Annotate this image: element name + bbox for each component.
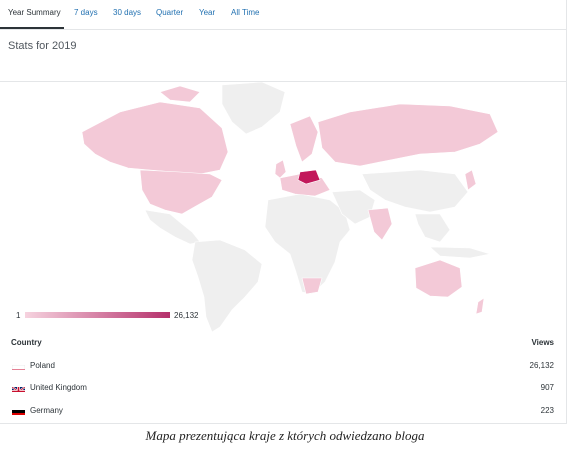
poland-flag-icon bbox=[12, 361, 25, 370]
country-name: United Kingdom bbox=[30, 383, 87, 392]
country-views: 907 bbox=[540, 383, 554, 392]
map-indonesia bbox=[429, 246, 491, 259]
map-greenland bbox=[221, 82, 286, 135]
map-se-asia bbox=[414, 213, 451, 243]
legend-max-value: 26,132 bbox=[174, 311, 199, 320]
map-arctic-islands bbox=[159, 85, 201, 103]
stats-title: Stats for 2019 bbox=[8, 40, 77, 52]
map-central-asia bbox=[361, 169, 469, 213]
map-australia bbox=[414, 259, 463, 298]
world-map[interactable] bbox=[0, 81, 566, 332]
tab-year-summary[interactable]: Year Summary bbox=[8, 8, 61, 17]
active-tab-indicator bbox=[0, 27, 64, 29]
country-name: Poland bbox=[30, 361, 55, 370]
image-caption: Mapa prezentująca kraje z których odwied… bbox=[145, 428, 425, 443]
tab-year[interactable]: Year bbox=[199, 8, 215, 17]
map-scandinavia bbox=[289, 115, 319, 163]
country-views: 223 bbox=[540, 406, 554, 415]
map-usa bbox=[139, 169, 223, 215]
table-row[interactable]: Poland 26,132 bbox=[0, 358, 566, 380]
tab-30-days[interactable]: 30 days bbox=[113, 8, 141, 17]
tab-all-time[interactable]: All Time bbox=[231, 8, 259, 17]
country-name: Germany bbox=[30, 406, 63, 415]
map-south-america bbox=[191, 239, 263, 332]
map-new-zealand bbox=[475, 297, 485, 315]
views-column-header: Views bbox=[531, 338, 554, 347]
world-map-svg bbox=[81, 82, 499, 332]
stats-panel: Year Summary 7 days 30 days Quarter Year… bbox=[0, 0, 567, 424]
legend-gradient-bar bbox=[25, 312, 170, 318]
legend-min-value: 1 bbox=[16, 311, 21, 320]
period-tabs: Year Summary 7 days 30 days Quarter Year… bbox=[0, 0, 566, 30]
map-canada bbox=[81, 101, 229, 175]
germany-flag-icon bbox=[12, 406, 25, 415]
map-india bbox=[367, 207, 393, 241]
map-russia bbox=[317, 103, 499, 167]
tab-7-days[interactable]: 7 days bbox=[74, 8, 98, 17]
country-views: 26,132 bbox=[529, 361, 554, 370]
table-row[interactable]: Germany 223 bbox=[0, 403, 566, 423]
table-row[interactable]: United Kingdom 907 bbox=[0, 380, 566, 402]
map-mexico bbox=[144, 209, 201, 245]
tab-quarter[interactable]: Quarter bbox=[156, 8, 183, 17]
country-column-header: Country bbox=[11, 338, 42, 347]
map-japan bbox=[464, 169, 477, 191]
uk-flag-icon bbox=[12, 383, 25, 392]
map-uk bbox=[274, 159, 287, 179]
